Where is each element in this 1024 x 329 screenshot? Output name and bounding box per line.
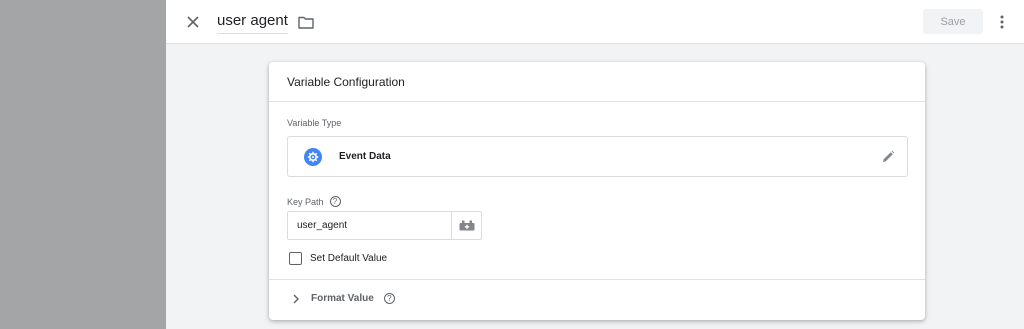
close-button[interactable] xyxy=(182,11,204,33)
close-icon xyxy=(187,16,199,28)
variable-type-name: Event Data xyxy=(339,151,391,162)
variable-name-input[interactable]: user agent xyxy=(217,12,288,34)
save-button[interactable]: Save xyxy=(923,9,983,34)
help-icon[interactable]: ? xyxy=(383,293,395,304)
help-icon[interactable]: ? xyxy=(329,196,341,207)
more-options-button[interactable] xyxy=(995,11,1009,33)
variable-picker-icon xyxy=(459,220,475,231)
editor-toolbar: user agent Save xyxy=(166,0,1024,44)
section-divider xyxy=(269,279,925,280)
modal-backdrop[interactable] xyxy=(0,0,166,329)
key-path-input[interactable] xyxy=(288,212,452,239)
set-default-value-label: Set Default Value xyxy=(310,253,388,264)
editor-panel: user agent Save Variable Configuration V… xyxy=(166,0,1024,329)
folder-button[interactable] xyxy=(297,13,315,31)
variable-configuration-card: Variable Configuration Variable Type Eve… xyxy=(269,62,925,320)
variable-type-selector[interactable]: Event Data xyxy=(287,136,908,177)
folder-icon xyxy=(298,16,314,29)
set-default-value-checkbox[interactable] xyxy=(289,252,302,265)
insert-variable-button[interactable] xyxy=(451,212,481,239)
more-vertical-icon xyxy=(1000,15,1004,29)
chevron-right-icon xyxy=(291,294,301,304)
pencil-icon[interactable] xyxy=(880,149,896,165)
set-default-value-option[interactable]: Set Default Value xyxy=(289,252,387,265)
format-value-label: Format Value xyxy=(311,293,374,304)
gear-icon xyxy=(304,148,322,166)
card-title: Variable Configuration xyxy=(269,62,925,102)
key-path-field xyxy=(287,211,482,240)
key-path-label: Key Path xyxy=(287,196,324,207)
key-path-label-row: Key Path ? xyxy=(287,196,341,207)
format-value-expander[interactable]: Format Value ? xyxy=(291,293,395,304)
variable-type-label: Variable Type xyxy=(287,118,342,128)
